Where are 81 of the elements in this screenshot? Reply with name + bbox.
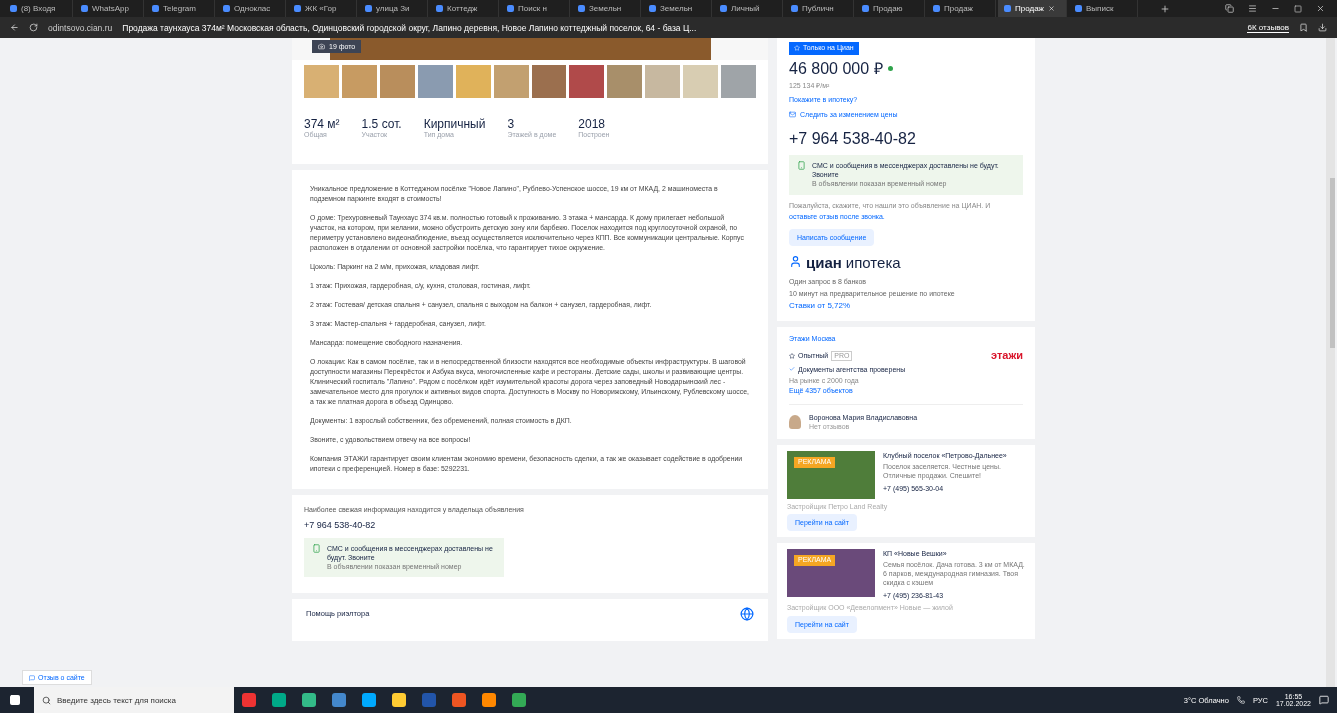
download-icon[interactable] — [1318, 23, 1327, 32]
price: 46 800 000 ₽ — [789, 58, 883, 79]
search-icon — [42, 695, 51, 705]
taskbar-app-icon[interactable] — [392, 693, 406, 707]
globe-icon — [740, 607, 754, 622]
photo-thumbnail[interactable] — [721, 65, 757, 98]
site-icon — [223, 5, 230, 12]
site-icon — [81, 5, 88, 12]
menu-icon[interactable] — [1248, 4, 1257, 13]
fact-value: 2018 — [578, 117, 606, 131]
fact-value: 1.5 сот. — [361, 117, 402, 131]
badge-icon — [789, 352, 795, 359]
taskbar-app-icon[interactable] — [422, 693, 436, 707]
address-domain[interactable]: odintsovo.cian.ru — [48, 22, 113, 33]
mail-icon — [789, 111, 796, 119]
page-title: Продажа таунхауса 374м² Московская область, Одинцовский городской округ, Лапино деревня, Новое Лапино коттеджный поселок, 64 - база Ц... — [122, 22, 697, 33]
taskbar-app-icon[interactable] — [332, 693, 346, 707]
taskbar-app-icon[interactable] — [482, 693, 496, 707]
taskbar-app-icon[interactable] — [302, 693, 316, 707]
phone-icon — [312, 543, 321, 553]
product-name: ипотека — [845, 254, 901, 274]
star-icon — [794, 45, 800, 52]
taskbar-app-icon[interactable] — [272, 693, 286, 707]
photo-thumbnail[interactable] — [493, 65, 529, 98]
person-icon — [789, 255, 802, 269]
site-icon — [720, 5, 727, 12]
photo-thumbnail[interactable] — [531, 65, 567, 98]
photo-thumbnail[interactable] — [455, 65, 491, 98]
photo-thumbnail[interactable] — [645, 65, 681, 98]
camera-icon — [318, 43, 325, 50]
agency-logo: этажи — [991, 349, 1023, 363]
taskbar-app-icon[interactable] — [362, 693, 376, 707]
back-icon[interactable] — [10, 23, 19, 32]
site-icon — [10, 5, 17, 12]
site-icon — [578, 5, 585, 12]
fact-value: 374 м² — [304, 117, 340, 131]
fact-value: Кирпичный — [423, 117, 486, 131]
site-icon — [791, 5, 798, 12]
site-icon — [152, 5, 159, 12]
avatar-silhouette — [789, 414, 801, 429]
windows-icon[interactable] — [9, 694, 21, 706]
seller-phone: +7 964 538-40-82 — [789, 129, 917, 150]
site-icon — [365, 5, 372, 12]
bookmark-icon[interactable] — [1299, 23, 1308, 32]
photo-thumbnail[interactable] — [417, 65, 453, 98]
site-icon — [1075, 5, 1082, 12]
tabs-icon[interactable] — [1225, 4, 1234, 13]
taskbar-app-icon[interactable] — [452, 693, 466, 707]
photo-thumbnail[interactable] — [683, 65, 719, 98]
site-icon — [294, 5, 301, 12]
notifications-icon[interactable] — [1319, 695, 1329, 705]
reload-icon[interactable] — [29, 23, 38, 32]
site-icon — [507, 5, 514, 12]
check-icon — [789, 366, 795, 373]
photo-thumbnail[interactable] — [304, 65, 339, 98]
price-trend-icon — [887, 66, 893, 72]
rate-link[interactable]: Ставки от 5,72% — [789, 301, 851, 312]
site-icon — [1004, 5, 1011, 12]
brand-logo: циан — [806, 254, 842, 274]
maximize-icon[interactable] — [1294, 4, 1302, 13]
site-icon — [862, 5, 869, 12]
scrollbar-thumb[interactable] — [1330, 178, 1335, 348]
browser-tab[interactable]: Продаж — [998, 0, 1067, 17]
new-tab-icon[interactable] — [1160, 3, 1170, 14]
taskbar-app-icon[interactable] — [512, 693, 526, 707]
photo-thumbnail[interactable] — [379, 65, 415, 98]
chat-icon — [29, 674, 35, 681]
close-icon[interactable] — [1316, 4, 1325, 13]
taskbar-search-field[interactable]: Введите здесь текст для поиска — [34, 687, 234, 713]
site-icon — [933, 5, 940, 12]
fact-value: 3 — [507, 117, 516, 131]
site-icon — [649, 5, 656, 12]
close-icon[interactable] — [1047, 5, 1055, 12]
photo-thumbnail[interactable] — [607, 65, 643, 98]
contact-phone: +7 964 538-40-82 — [304, 520, 377, 532]
site-icon — [436, 5, 443, 12]
photo-thumbnail[interactable] — [569, 65, 605, 98]
phone-icon — [797, 161, 806, 171]
taskbar-app-icon[interactable] — [242, 693, 256, 707]
photo-thumbnail[interactable] — [341, 65, 377, 98]
reviews-link[interactable]: 6К отзывов — [1247, 22, 1289, 33]
